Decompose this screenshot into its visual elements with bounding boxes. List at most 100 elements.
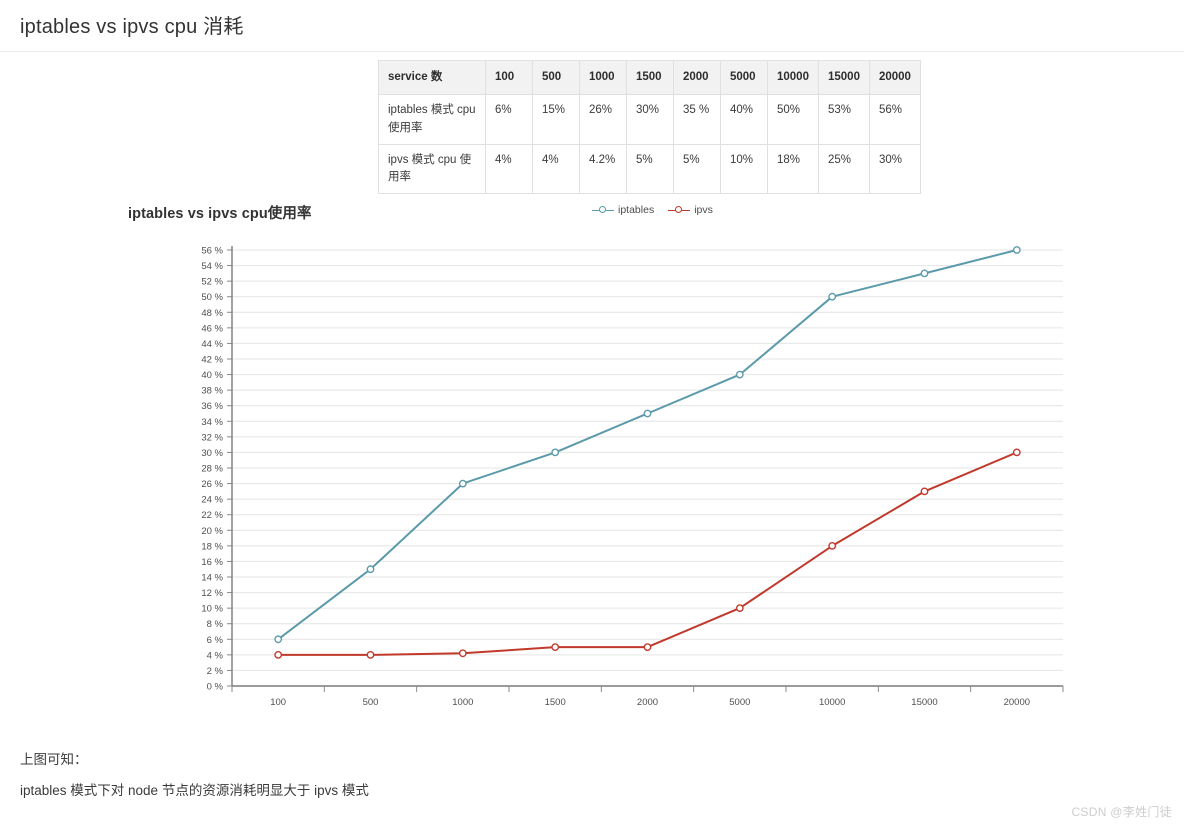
- table-row-label: iptables 模式 cpu 使用率: [378, 94, 486, 145]
- y-axis-tick-label: 16 %: [201, 557, 223, 568]
- data-point-iptables-2000[interactable]: [643, 409, 652, 418]
- page-header: iptables vs ipvs cpu 消耗: [0, 0, 1184, 52]
- y-axis-tick-label: 12 %: [201, 588, 223, 599]
- table-header-cell: 10000: [767, 59, 819, 96]
- table-cell: 5%: [626, 143, 674, 195]
- y-axis-tick-label: 28 %: [201, 464, 223, 475]
- table-row: ipvs 模式 cpu 使用率 4% 4% 4.2% 5% 5% 10% 18%…: [378, 143, 921, 195]
- table-cell: 15%: [532, 94, 580, 145]
- cpu-usage-table: service 数 100 500 1000 1500 2000 5000 10…: [378, 59, 921, 195]
- conclusion-line-2: iptables 模式下对 node 节点的资源消耗明显大于 ipvs 模式: [20, 782, 369, 798]
- y-axis-tick-label: 48 %: [201, 308, 223, 319]
- table-cell: 30%: [868, 143, 921, 195]
- y-axis-tick-label: 2 %: [207, 666, 224, 677]
- data-point-ipvs-5000[interactable]: [735, 604, 744, 612]
- table-cell: 4.2%: [579, 143, 627, 195]
- table-header-cell: 500: [532, 59, 580, 96]
- table-header-cell: 20000: [868, 59, 921, 96]
- cpu-usage-table-container: service 数 100 500 1000 1500 2000 5000 10…: [378, 59, 921, 195]
- y-axis-tick-label: 22 %: [201, 510, 223, 521]
- data-point-iptables-5000[interactable]: [735, 370, 744, 379]
- y-axis-tick-label: 44 %: [201, 339, 223, 350]
- y-axis-tick-label: 52 %: [201, 277, 223, 288]
- table-header-cell: 100: [485, 59, 533, 96]
- data-point-ipvs-100[interactable]: [274, 650, 283, 659]
- y-axis-tick-label: 20 %: [201, 526, 223, 537]
- table-cell: 4%: [532, 143, 580, 195]
- table-head: service 数 100 500 1000 1500 2000 5000 10…: [378, 59, 921, 96]
- y-axis-tick-label: 34 %: [201, 417, 223, 428]
- series-line-ipvs: [277, 451, 1018, 656]
- data-point-ipvs-10000[interactable]: [828, 541, 837, 550]
- watermark: CSDN @李姓门徒: [1071, 805, 1172, 819]
- table-header-cell: 2000: [673, 59, 721, 96]
- data-point-iptables-10000[interactable]: [828, 292, 837, 301]
- table-body: iptables 模式 cpu 使用率 6% 15% 26% 30% 35 % …: [378, 94, 921, 195]
- line-chart-svg: 0 % 2 % 4 % 6 % 8 % 10 % 12 % 14 % 16 % 18 % 20 % 2…: [201, 246, 1064, 708]
- y-axis-tick-label: 40 %: [201, 370, 223, 381]
- data-point-iptables-20000[interactable]: [1012, 246, 1021, 254]
- x-axis-tick-label: 100: [270, 697, 286, 708]
- table-cell: 5%: [673, 143, 721, 195]
- table-header-cell: 5000: [720, 59, 768, 96]
- y-axis-tick-label: 30 %: [201, 448, 223, 459]
- table-row: iptables 模式 cpu 使用率 6% 15% 26% 30% 35 % …: [378, 94, 921, 145]
- x-axis-tick-label: 5000: [729, 697, 750, 708]
- table-header-cell: 1000: [579, 59, 627, 96]
- table-cell: 10%: [720, 143, 768, 195]
- data-point-ipvs-2000[interactable]: [643, 643, 652, 651]
- table-row-label: ipvs 模式 cpu 使用率: [378, 143, 486, 195]
- y-axis-tick-label: 50 %: [201, 292, 223, 303]
- table-cell: 40%: [720, 94, 768, 145]
- y-axis-tick-label: 8 %: [207, 619, 224, 630]
- y-axis-tick-label: 4 %: [207, 650, 224, 661]
- table-cell: 30%: [626, 94, 674, 145]
- table-header-cell: service 数: [378, 59, 486, 96]
- data-point-ipvs-15000[interactable]: [920, 487, 929, 496]
- data-point-iptables-1000[interactable]: [458, 479, 467, 488]
- x-axis-tick-label: 1000: [452, 697, 473, 708]
- data-point-ipvs-1000[interactable]: [458, 649, 467, 658]
- y-axis-tick-label: 56 %: [201, 246, 223, 257]
- table-cell: 25%: [817, 143, 870, 195]
- data-point-ipvs-500[interactable]: [366, 650, 375, 659]
- x-axis-tick-label: 500: [363, 697, 379, 708]
- y-axis-tick-label: 38 %: [201, 386, 223, 397]
- data-point-iptables-15000[interactable]: [920, 269, 929, 278]
- data-point-iptables-1500[interactable]: [551, 448, 560, 457]
- data-point-ipvs-1500[interactable]: [551, 643, 560, 651]
- table-cell: 35 %: [673, 94, 721, 145]
- table-cell: 4%: [485, 143, 533, 195]
- chart-plot-area: 0 % 2 % 4 % 6 % 8 % 10 % 12 % 14 % 16 % 18 % 20 % 2…: [0, 190, 1184, 710]
- y-axis-tick-label: 26 %: [201, 479, 223, 490]
- conclusion-line-1: 上图可知：: [20, 752, 88, 767]
- y-axis-tick-label: 18 %: [201, 541, 223, 552]
- table-cell: 53%: [817, 94, 870, 145]
- x-axis-tick-label: 10000: [819, 697, 845, 708]
- y-axis-tick-label: 24 %: [201, 495, 223, 506]
- table-cell: 6%: [485, 94, 533, 145]
- data-point-iptables-100[interactable]: [274, 635, 283, 644]
- table-header-row: service 数 100 500 1000 1500 2000 5000 10…: [378, 59, 921, 96]
- table-header-cell: 15000: [817, 59, 870, 96]
- page-title: iptables vs ipvs cpu 消耗: [20, 16, 244, 38]
- data-point-ipvs-20000[interactable]: [1012, 448, 1021, 457]
- table-cell: 26%: [579, 94, 627, 145]
- table-header-cell: 1500: [626, 59, 674, 96]
- x-axis-tick-label: 2000: [637, 697, 658, 708]
- series-line-iptables: [277, 249, 1018, 641]
- y-axis-tick-label: 36 %: [201, 401, 223, 412]
- y-axis-tick-label: 10 %: [201, 604, 223, 615]
- conclusion-text: 上图可知： iptables 模式下对 node 节点的资源消耗明显大于 ipv…: [20, 752, 369, 815]
- y-axis-tick-label: 42 %: [201, 355, 223, 366]
- x-axis-tick-label: 1500: [545, 697, 566, 708]
- y-axis-tick-label: 32 %: [201, 432, 223, 443]
- data-point-iptables-500[interactable]: [366, 565, 375, 574]
- y-axis-tick-label: 46 %: [201, 323, 223, 334]
- y-axis-tick-label: 6 %: [207, 635, 224, 646]
- table-cell: 50%: [767, 94, 819, 145]
- y-axis-tick-label: 0 %: [207, 682, 224, 693]
- x-axis-tick-label: 15000: [911, 697, 937, 708]
- y-axis-tick-label: 54 %: [201, 261, 223, 272]
- chart-block: iptables vs ipvs cpu使用率 iptables ipvs 0 …: [0, 190, 1184, 710]
